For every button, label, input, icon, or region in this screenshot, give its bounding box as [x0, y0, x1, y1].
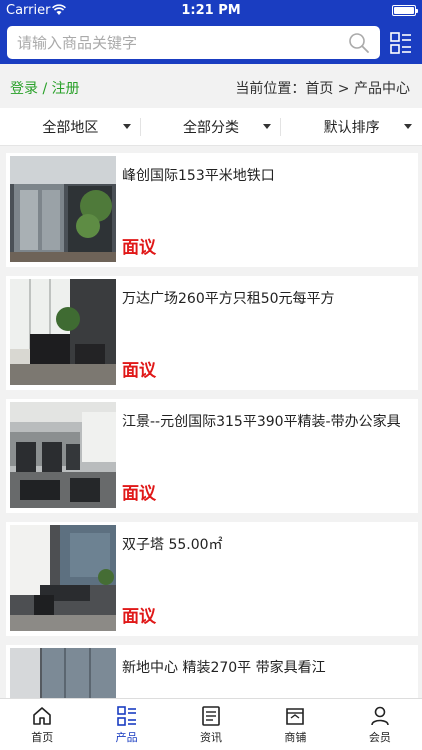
clock: 1:21 PM [181, 3, 241, 18]
bottom-tab-bar: 首页 产品 资讯 商铺 会员 [0, 698, 422, 750]
product-list-icon [116, 706, 136, 726]
filter-region-label: 全部地区 [42, 119, 99, 136]
tab-news[interactable]: 资讯 [169, 699, 253, 750]
filter-category[interactable]: 全部分类 [141, 108, 282, 145]
caret-down-icon [263, 124, 272, 129]
caret-down-icon [122, 124, 131, 129]
tab-home-label: 首页 [31, 731, 54, 744]
breadcrumb-current: 产品中心 [354, 81, 410, 97]
news-icon [202, 706, 220, 726]
filter-sort[interactable]: 默认排序 [281, 108, 422, 145]
product-title: 新地中心 精装270平 带家具看江 [122, 660, 326, 676]
top-header: Carrier 1:21 PM [0, 0, 422, 64]
tab-news-label: 资讯 [200, 731, 223, 744]
product-price: 面议 [122, 238, 156, 258]
auth-links: 登录 / 注册 [10, 78, 80, 98]
caret-down-icon [404, 124, 413, 129]
filter-bar: 全部地区 全部分类 默认排序 [0, 108, 422, 146]
product-title: 双子塔 55.00㎡ [122, 537, 223, 553]
filter-region[interactable]: 全部地区 [0, 108, 141, 145]
breadcrumb-prefix: 当前位置： [235, 81, 306, 97]
home-icon [33, 707, 52, 725]
store-icon [286, 708, 305, 725]
tab-store[interactable]: 商铺 [253, 699, 337, 750]
product-item[interactable]: 江景--元创国际315平390平精装-带办公家具 面议 [6, 399, 418, 513]
member-icon [371, 706, 389, 726]
breadcrumb-arrow: > [333, 81, 354, 97]
auth-separator: / [38, 81, 52, 97]
product-title: 峰创国际153平米地铁口 [122, 168, 275, 184]
tab-member-label: 会员 [368, 731, 391, 744]
register-link[interactable]: 注册 [52, 81, 80, 97]
battery-icon [392, 5, 418, 16]
login-link[interactable]: 登录 [10, 81, 38, 97]
product-thumbnail [10, 156, 116, 262]
breadcrumb-home[interactable]: 首页 [305, 81, 333, 97]
product-thumbnail [10, 525, 116, 631]
product-item[interactable]: 峰创国际153平米地铁口 面议 [6, 153, 418, 267]
product-item[interactable]: 万达广场260平方只租50元每平方 面议 [6, 276, 418, 390]
product-thumbnail [10, 279, 116, 385]
status-bar: Carrier 1:21 PM [0, 0, 422, 22]
product-title: 江景--元创国际315平390平精装-带办公家具 [122, 414, 401, 430]
product-price: 面议 [122, 607, 156, 627]
product-price: 面议 [122, 484, 156, 504]
product-thumbnail [10, 402, 116, 508]
filter-category-label: 全部分类 [183, 119, 239, 136]
category-menu-icon[interactable] [389, 31, 413, 55]
info-row: 登录 / 注册 当前位置：首页 > 产品中心 [0, 64, 422, 110]
tab-store-label: 商铺 [284, 731, 307, 744]
product-title: 万达广场260平方只租50元每平方 [122, 291, 335, 307]
tab-products[interactable]: 产品 [84, 699, 168, 750]
product-price: 面议 [122, 361, 156, 381]
tab-products-label: 产品 [115, 731, 138, 744]
breadcrumb: 当前位置：首页 > 产品中心 [235, 78, 410, 98]
search-input[interactable] [17, 26, 337, 59]
search-box[interactable] [7, 26, 380, 59]
tab-member[interactable]: 会员 [338, 699, 422, 750]
product-item[interactable]: 双子塔 55.00㎡ 面议 [6, 522, 418, 636]
search-icon[interactable] [348, 32, 370, 54]
tab-home[interactable]: 首页 [0, 699, 84, 750]
filter-sort-label: 默认排序 [323, 119, 380, 136]
